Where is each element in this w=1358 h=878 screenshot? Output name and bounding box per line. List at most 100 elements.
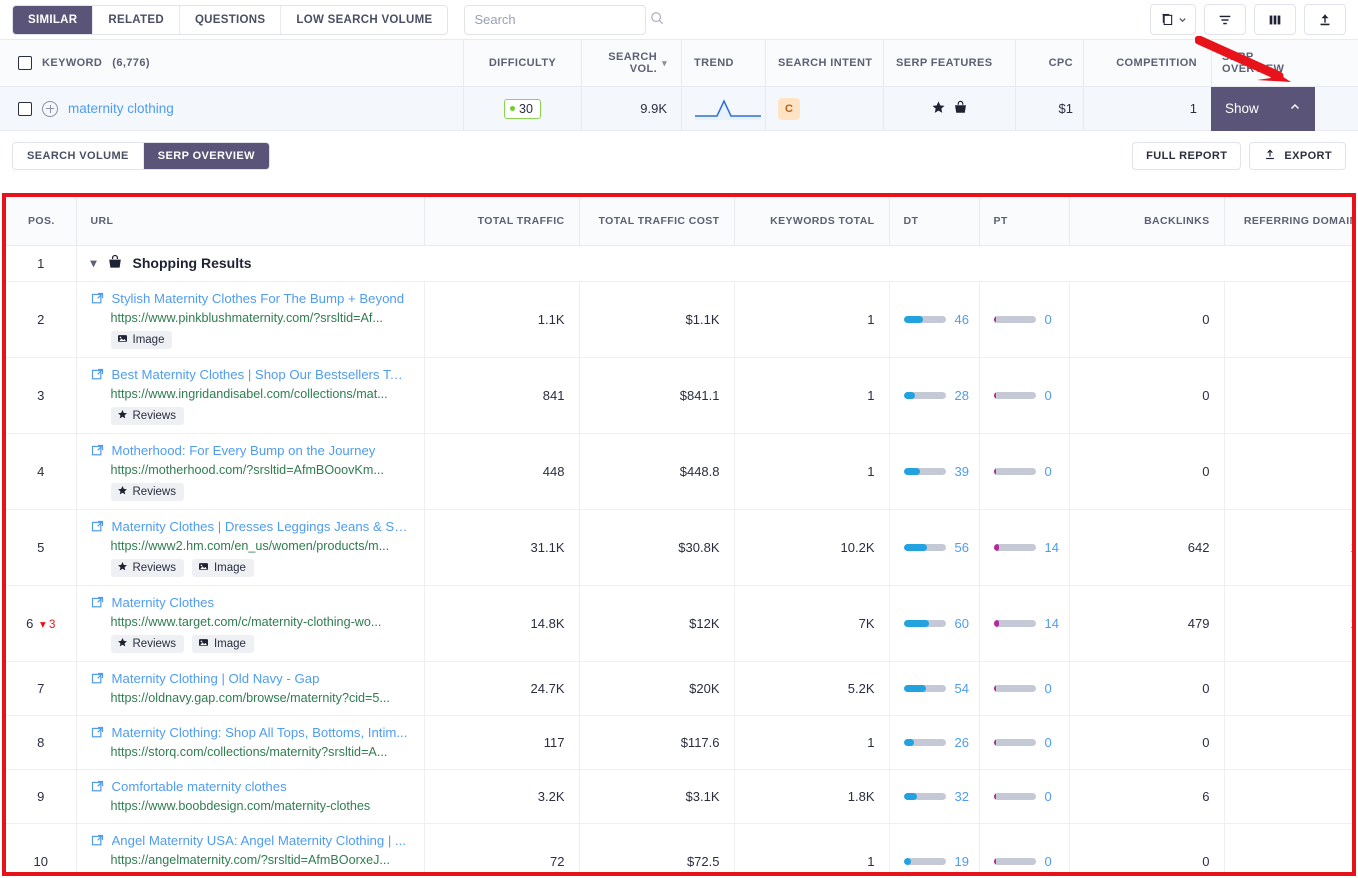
- result-keywords-total[interactable]: 1: [733, 357, 889, 434]
- serp-result-row[interactable]: 4 Motherhood: For Every Bump on the Journ…: [6, 433, 1352, 510]
- header-competition[interactable]: COMPETITION: [1083, 39, 1211, 87]
- export-button[interactable]: EXPORT: [1249, 142, 1346, 170]
- intent-badge[interactable]: C: [778, 97, 800, 120]
- upload-export-button[interactable]: [1304, 4, 1346, 35]
- chip-image[interactable]: Image: [110, 330, 173, 349]
- serp-result-row[interactable]: 7 Maternity Clothing | Old Navy - Gap http…: [6, 661, 1352, 716]
- tab-similar[interactable]: SIMILAR: [13, 5, 94, 34]
- result-title-link[interactable]: Maternity Clothing: Shop All Tops, Botto…: [91, 724, 410, 743]
- header-trend[interactable]: TREND: [681, 39, 765, 87]
- result-keywords-total[interactable]: 7K: [733, 585, 889, 662]
- result-keywords-total[interactable]: 1: [733, 281, 889, 358]
- chip-reviews[interactable]: Reviews: [110, 482, 184, 501]
- result-keywords-total[interactable]: 1.8K: [733, 769, 889, 824]
- tab-questions[interactable]: QUESTIONS: [180, 5, 282, 34]
- segment-serp-overview[interactable]: SERP OVERVIEW: [143, 143, 269, 169]
- serp-header-url[interactable]: URL: [75, 197, 424, 246]
- result-url-text[interactable]: https://storq.com/collections/maternity?…: [91, 743, 410, 761]
- result-title-link[interactable]: Comfortable maternity clothes: [91, 778, 410, 797]
- result-title-link[interactable]: Stylish Maternity Clothes For The Bump +…: [91, 290, 410, 309]
- serp-header-total-traffic[interactable]: TOTAL TRAFFIC: [423, 197, 579, 246]
- show-serp-overview-button[interactable]: Show: [1211, 86, 1315, 131]
- result-keywords-total[interactable]: 1: [733, 715, 889, 770]
- result-keywords-total[interactable]: 10.2K: [733, 509, 889, 586]
- serp-header-referring-domains[interactable]: REFERRING DOMAINS: [1223, 197, 1352, 246]
- header-cpc[interactable]: CPC: [1015, 39, 1083, 87]
- tab-low-search-volume[interactable]: LOW SEARCH VOLUME: [281, 6, 447, 34]
- result-url-text[interactable]: https://www.target.com/c/maternity-cloth…: [91, 613, 410, 631]
- result-referring-domains[interactable]: 13: [1223, 585, 1352, 662]
- serp-result-row[interactable]: 3 Best Maternity Clothes | Shop Our Bests…: [6, 357, 1352, 434]
- result-title-link[interactable]: Angel Maternity USA: Angel Maternity Clo…: [91, 832, 410, 851]
- result-referring-domains[interactable]: 16: [1223, 509, 1352, 586]
- serp-result-row[interactable]: 9 Comfortable maternity clothes https://ww…: [6, 769, 1352, 824]
- result-title-link[interactable]: Best Maternity Clothes | Shop Our Bestse…: [91, 366, 410, 385]
- serp-result-row[interactable]: 5 Maternity Clothes | Dresses Leggings Je…: [6, 509, 1352, 586]
- serp-header-keywords-total[interactable]: KEYWORDS TOTAL: [733, 197, 889, 246]
- serp-header-pos[interactable]: POS.: [6, 197, 76, 246]
- row-checkbox[interactable]: [18, 101, 32, 116]
- tab-related[interactable]: RELATED: [93, 5, 180, 34]
- result-url-text[interactable]: https://www.ingridandisabel.com/collecti…: [91, 385, 410, 403]
- result-url-text[interactable]: https://www.boobdesign.com/maternity-clo…: [91, 797, 410, 815]
- result-backlinks[interactable]: 0: [1068, 715, 1224, 770]
- search-box[interactable]: [464, 4, 664, 35]
- header-serp-overview[interactable]: SERP OVERVIEW: [1211, 39, 1315, 87]
- serp-header-dt[interactable]: DT: [888, 197, 979, 246]
- full-report-button[interactable]: FULL REPORT: [1132, 142, 1242, 170]
- result-referring-domains[interactable]: [1223, 769, 1352, 824]
- result-referring-domains[interactable]: [1223, 281, 1352, 358]
- result-backlinks[interactable]: 0: [1068, 661, 1224, 716]
- result-referring-domains[interactable]: [1223, 433, 1352, 510]
- copy-dropdown-button[interactable]: [1150, 4, 1196, 35]
- chip-reviews[interactable]: Reviews: [110, 406, 184, 425]
- filter-button[interactable]: [1204, 4, 1246, 35]
- result-title-link[interactable]: Maternity Clothes | Dresses Leggings Jea…: [91, 518, 410, 537]
- chip-reviews[interactable]: Reviews: [110, 634, 184, 653]
- result-referring-domains[interactable]: [1223, 661, 1352, 716]
- chip-reviews[interactable]: Reviews: [110, 558, 184, 577]
- serp-result-row[interactable]: 6 ▾ 3 Maternity Clothes https://www.target…: [6, 585, 1352, 662]
- result-title-link[interactable]: Maternity Clothes: [91, 594, 410, 613]
- result-url-text[interactable]: https://motherhood.com/?srsltid=AfmBOoov…: [91, 461, 410, 479]
- result-title-link[interactable]: Motherhood: For Every Bump on the Journe…: [91, 442, 410, 461]
- result-backlinks[interactable]: 6: [1068, 769, 1224, 824]
- serp-header-total-traffic-cost[interactable]: TOTAL TRAFFIC COST: [578, 197, 734, 246]
- result-keywords-total[interactable]: 1: [733, 823, 889, 872]
- chevron-down-icon[interactable]: ▾: [91, 256, 97, 270]
- chip-image[interactable]: Image: [191, 634, 254, 653]
- serp-result-row[interactable]: 1 0 Angel Maternity USA: Angel Maternity C…: [6, 823, 1352, 872]
- add-keyword-icon[interactable]: [42, 100, 58, 117]
- serp-result-row[interactable]: 8 Maternity Clothing: Shop All Tops, Bott…: [6, 715, 1352, 770]
- result-referring-domains[interactable]: [1223, 823, 1352, 872]
- segment-search-volume[interactable]: SEARCH VOLUME: [13, 143, 144, 169]
- result-referring-domains[interactable]: [1223, 715, 1352, 770]
- result-url-text[interactable]: https://www.pinkblushmaternity.com/?srsl…: [91, 309, 410, 327]
- result-backlinks[interactable]: 0: [1068, 433, 1224, 510]
- result-referring-domains[interactable]: [1223, 357, 1352, 434]
- chip-image[interactable]: Image: [191, 558, 254, 577]
- serp-header-backlinks[interactable]: BACKLINKS: [1068, 197, 1224, 246]
- header-difficulty[interactable]: DIFFICULTY: [463, 39, 581, 87]
- serp-table-scroll[interactable]: POS. URL TOTAL TRAFFIC TOTAL TRAFFIC COS…: [6, 197, 1352, 872]
- result-url-text[interactable]: https://oldnavy.gap.com/browse/maternity…: [91, 689, 410, 707]
- result-keywords-total[interactable]: 1: [733, 433, 889, 510]
- columns-button[interactable]: [1254, 4, 1296, 35]
- result-url-text[interactable]: https://www2.hm.com/en_us/women/products…: [91, 537, 410, 555]
- header-search-volume[interactable]: SEARCH VOL. ▾: [581, 39, 681, 87]
- result-keywords-total[interactable]: 5.2K: [733, 661, 889, 716]
- header-serp-features[interactable]: SERP FEATURES: [883, 39, 1015, 87]
- result-backlinks[interactable]: 0: [1068, 281, 1224, 358]
- result-backlinks[interactable]: 0: [1068, 823, 1224, 872]
- header-search-intent[interactable]: SEARCH INTENT: [765, 39, 883, 87]
- result-backlinks[interactable]: 0: [1068, 357, 1224, 434]
- result-backlinks[interactable]: 479: [1068, 585, 1224, 662]
- result-title-link[interactable]: Maternity Clothing | Old Navy - Gap: [91, 670, 410, 689]
- serp-result-row[interactable]: 2 Stylish Maternity Clothes For The Bump …: [6, 281, 1352, 358]
- search-input[interactable]: [474, 12, 651, 27]
- select-all-checkbox[interactable]: [18, 56, 32, 70]
- result-backlinks[interactable]: 642: [1068, 509, 1224, 586]
- keyword-link[interactable]: maternity clothing: [68, 101, 174, 116]
- serp-header-pt[interactable]: PT: [978, 197, 1069, 246]
- result-url-text[interactable]: https://angelmaternity.com/?srsltid=AfmB…: [91, 851, 410, 869]
